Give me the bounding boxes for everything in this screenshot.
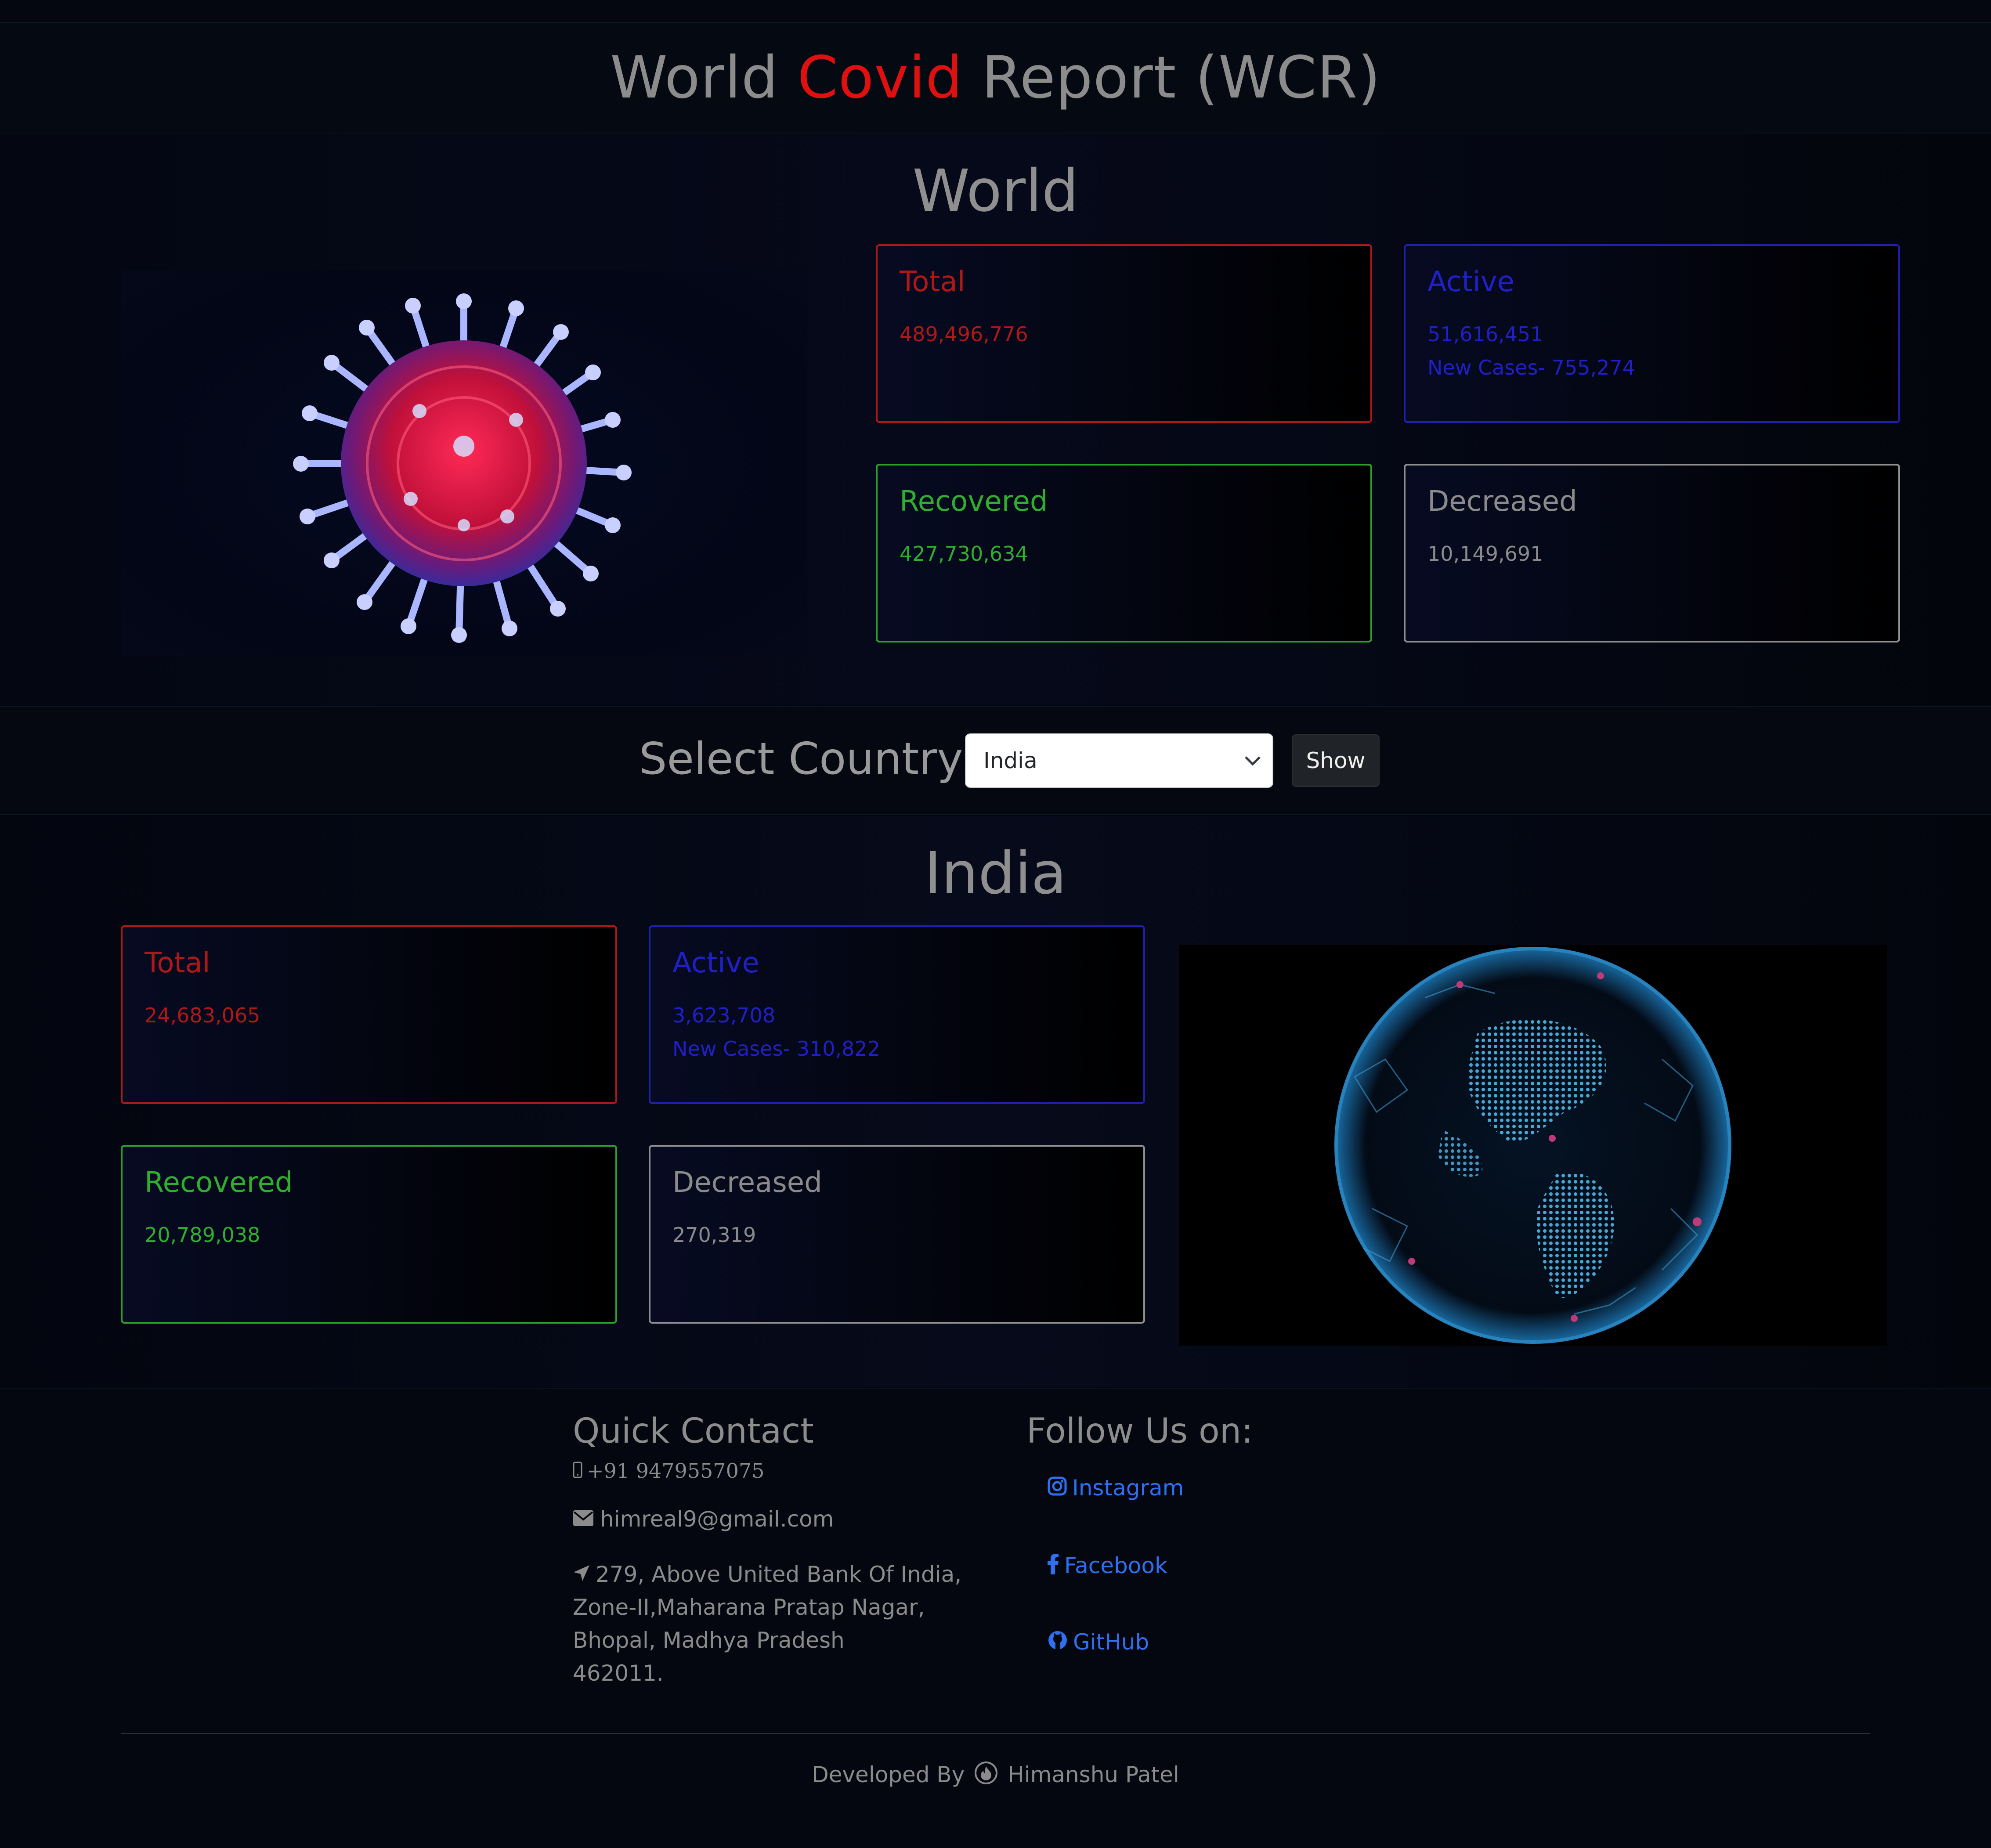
top-strip (0, 0, 1991, 23)
country-heading: India (924, 840, 1067, 907)
follow-us-heading: Follow Us on: (1026, 1411, 1253, 1451)
footer-divider (121, 1733, 1870, 1734)
title-part-report: Report (WCR) (962, 44, 1381, 112)
world-heading: World (912, 157, 1079, 225)
site-header: World Covid Report (WCR) (0, 23, 1991, 134)
title-part-world: World (610, 44, 798, 112)
country-select[interactable]: India (965, 733, 1273, 788)
country-active-label: Active (672, 947, 759, 979)
facebook-label: Facebook (1064, 1553, 1167, 1578)
phone-row: +91 9479557075 (573, 1461, 764, 1481)
country-decreased-label: Decreased (672, 1166, 822, 1199)
world-active-value: 51,616,451 (1427, 322, 1543, 346)
world-active-card: Active 51,616,451 New Cases- 755,274 (1404, 244, 1900, 423)
country-decreased-value: 270,319 (672, 1223, 756, 1247)
country-new-cases: New Cases- 310,822 (672, 1037, 880, 1061)
instagram-label: Instagram (1072, 1475, 1184, 1501)
address-line-1: 279, Above United Bank Of India, (596, 1562, 962, 1587)
world-decreased-label: Decreased (1427, 485, 1577, 518)
envelope-icon (573, 1510, 594, 1528)
select-country-label: Select Country: (639, 733, 975, 784)
country-total-label: Total (145, 947, 210, 979)
world-recovered-card: Recovered 427,730,634 (876, 464, 1372, 642)
email-row: himreal9@gmail.com (573, 1508, 834, 1530)
globe-image (1179, 945, 1887, 1346)
country-recovered-label: Recovered (145, 1166, 293, 1199)
world-decreased-value: 10,149,691 (1427, 542, 1543, 566)
address-line-4: 462011. (573, 1660, 664, 1686)
world-total-label: Total (900, 266, 965, 298)
github-link[interactable]: GitHub (1048, 1630, 1149, 1654)
address-line-2: Zone-II,Maharana Pratap Nagar, (573, 1595, 925, 1620)
country-active-value: 3,623,708 (672, 1003, 776, 1027)
facebook-link[interactable]: Facebook (1048, 1553, 1167, 1578)
world-total-value: 489,496,776 (900, 322, 1028, 346)
country-select-value: India (983, 748, 1037, 773)
location-arrow-icon (573, 1558, 590, 1591)
world-recovered-label: Recovered (900, 485, 1048, 518)
world-total-card: Total 489,496,776 (876, 244, 1372, 423)
world-new-cases: New Cases- 755,274 (1427, 356, 1635, 379)
address-block: 279, Above United Bank Of India, Zone-II… (573, 1558, 961, 1690)
country-recovered-value: 20,789,038 (145, 1223, 260, 1247)
quick-contact-heading: Quick Contact (573, 1411, 814, 1451)
chevron-down-icon (1233, 755, 1272, 766)
world-recovered-value: 427,730,634 (900, 542, 1028, 566)
country-recovered-card: Recovered 20,789,038 (121, 1145, 617, 1324)
github-label: GitHub (1073, 1629, 1149, 1655)
title-part-covid: Covid (797, 44, 963, 112)
country-total-value: 24,683,065 (145, 1003, 260, 1027)
globe-illustration (1334, 947, 1731, 1344)
credit-prefix: Developed By (812, 1762, 965, 1787)
instagram-link[interactable]: Instagram (1048, 1476, 1184, 1499)
credit-name: Himanshu Patel (1008, 1762, 1179, 1787)
page-title: World Covid Report (WCR) (610, 44, 1381, 112)
show-button[interactable]: Show (1292, 734, 1380, 787)
fire-icon (974, 1761, 998, 1788)
address-line-3: Bhopal, Madhya Pradesh (573, 1628, 845, 1653)
email-address: himreal9@gmail.com (600, 1506, 834, 1532)
world-active-label: Active (1427, 266, 1514, 298)
virus-illustration (293, 293, 632, 643)
facebook-icon (1048, 1553, 1059, 1578)
country-decreased-card: Decreased 270,319 (649, 1145, 1145, 1324)
developer-credit: Developed By Himanshu Patel (0, 1761, 1991, 1788)
github-icon (1048, 1630, 1068, 1654)
world-decreased-card: Decreased 10,149,691 (1404, 464, 1900, 642)
phone-number: +91 9479557075 (587, 1459, 765, 1483)
country-active-card: Active 3,623,708 New Cases- 310,822 (649, 925, 1145, 1104)
mobile-icon (573, 1462, 582, 1480)
country-total-card: Total 24,683,065 (121, 925, 617, 1104)
instagram-icon (1048, 1476, 1067, 1499)
virus-image (121, 271, 807, 656)
